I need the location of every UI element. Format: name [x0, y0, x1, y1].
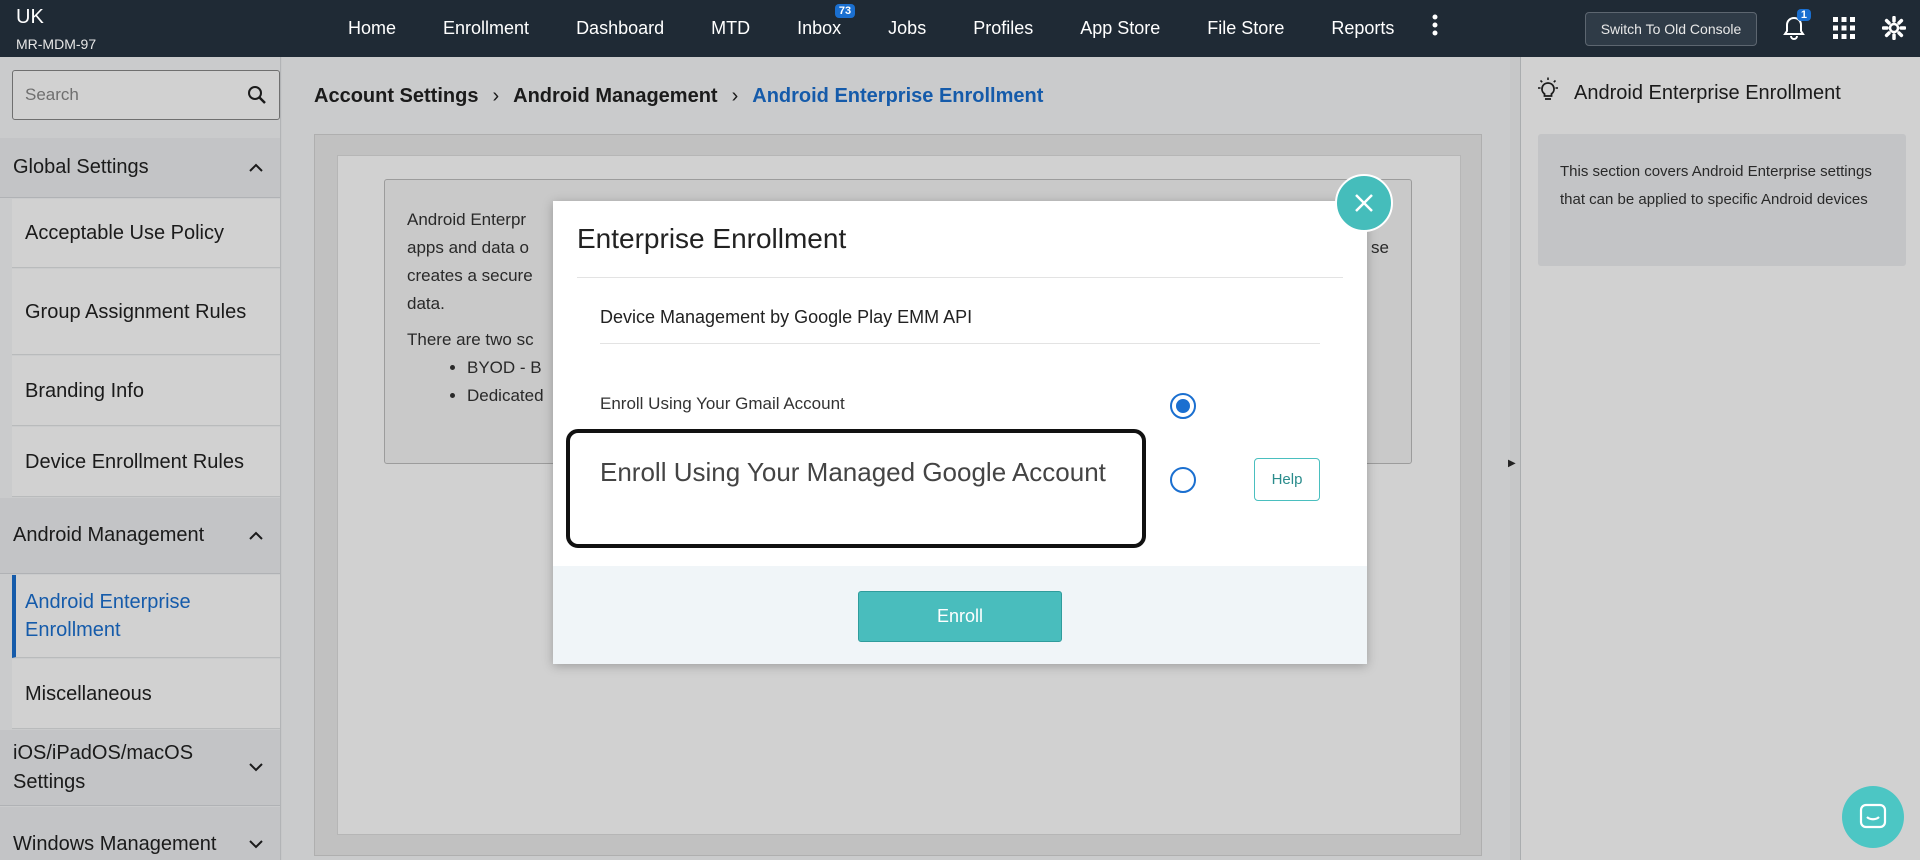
- nav-jobs[interactable]: Jobs: [888, 18, 926, 39]
- switch-old-console-button[interactable]: Switch To Old Console: [1585, 12, 1757, 46]
- option-gmail-radio[interactable]: [1170, 393, 1196, 419]
- nav-file-store[interactable]: File Store: [1207, 18, 1284, 39]
- chat-icon: [1859, 803, 1887, 829]
- nav-home[interactable]: Home: [348, 18, 396, 39]
- apps-grid-icon[interactable]: [1830, 14, 1858, 42]
- option-managed-google-radio[interactable]: [1170, 467, 1196, 493]
- nav-enrollment[interactable]: Enrollment: [443, 18, 529, 39]
- nav-reports[interactable]: Reports: [1331, 18, 1394, 39]
- gear-icon[interactable]: [1880, 14, 1908, 42]
- main-nav: Home Enrollment Dashboard MTD Inbox 73 J…: [348, 4, 1445, 43]
- chat-support-button[interactable]: [1842, 786, 1904, 848]
- org-switcher[interactable]: UK MR-MDM-97: [0, 6, 300, 52]
- more-vertical-icon[interactable]: [1425, 14, 1445, 43]
- org-name: UK: [16, 5, 44, 28]
- collapse-arrow-icon[interactable]: ▶: [1508, 458, 1516, 469]
- highlight-box: [566, 429, 1146, 548]
- nav-mtd[interactable]: MTD: [711, 18, 750, 39]
- org-code: MR-MDM-97: [16, 35, 97, 52]
- close-icon: [1355, 194, 1373, 212]
- close-modal-button[interactable]: [1335, 174, 1393, 232]
- modal-title: Enterprise Enrollment: [577, 223, 847, 254]
- help-button[interactable]: Help: [1254, 458, 1320, 501]
- enroll-button[interactable]: Enroll: [858, 591, 1062, 642]
- nav-app-store[interactable]: App Store: [1080, 18, 1160, 39]
- bell-icon[interactable]: 1: [1780, 9, 1811, 42]
- notification-badge: 1: [1796, 9, 1811, 21]
- nav-inbox-label: Inbox: [797, 18, 842, 38]
- option-managed-google-label: Enroll Using Your Managed Google Account: [600, 457, 1106, 487]
- nav-dashboard[interactable]: Dashboard: [576, 18, 664, 39]
- enterprise-enrollment-modal: Enterprise Enrollment Device Management …: [553, 201, 1367, 664]
- option-gmail-label: Enroll Using Your Gmail Account: [600, 394, 845, 413]
- modal-footer: Enroll: [553, 566, 1367, 664]
- top-navbar: UK MR-MDM-97 Home Enrollment Dashboard M…: [0, 0, 1920, 57]
- nav-inbox[interactable]: Inbox 73: [797, 4, 856, 39]
- modal-subtitle: Device Management by Google Play EMM API: [600, 307, 973, 327]
- modal-divider: [577, 277, 1343, 278]
- inbox-badge: 73: [834, 4, 856, 18]
- nav-profiles[interactable]: Profiles: [973, 18, 1033, 39]
- modal-divider: [600, 343, 1320, 344]
